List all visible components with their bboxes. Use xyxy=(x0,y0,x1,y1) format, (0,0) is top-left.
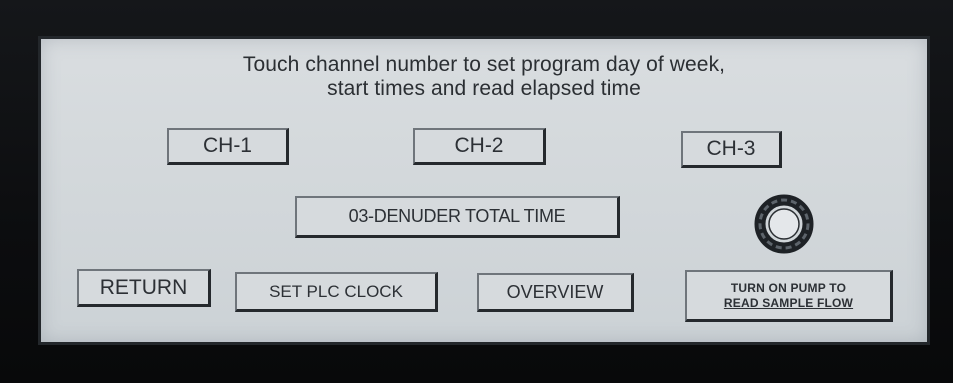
pump-button-line-1: TURN ON PUMP TO xyxy=(730,280,847,295)
channel-1-button[interactable]: CH-1 xyxy=(167,128,289,165)
hmi-screen: Touch channel number to set program day … xyxy=(38,36,930,345)
instruction-line-2: start times and read elapsed time xyxy=(327,77,641,100)
channel-3-button[interactable]: CH-3 xyxy=(681,131,782,168)
pump-button-line-2: READ SAMPLE FLOW xyxy=(723,295,854,310)
set-plc-clock-button[interactable]: SET PLC CLOCK xyxy=(235,272,438,312)
instruction-text: Touch channel number to set program day … xyxy=(41,53,927,101)
instruction-line-1: Touch channel number to set program day … xyxy=(242,53,726,76)
device-bezel: Touch channel number to set program day … xyxy=(0,0,953,383)
ring-indicator-icon xyxy=(754,194,814,254)
return-button[interactable]: RETURN xyxy=(77,269,211,307)
denuder-total-time-button[interactable]: 03-DENUDER TOTAL TIME xyxy=(295,196,620,238)
channel-2-button[interactable]: CH-2 xyxy=(413,128,546,165)
pump-sample-flow-button[interactable]: TURN ON PUMP TO READ SAMPLE FLOW xyxy=(685,270,893,322)
overview-button[interactable]: OVERVIEW xyxy=(477,273,634,312)
